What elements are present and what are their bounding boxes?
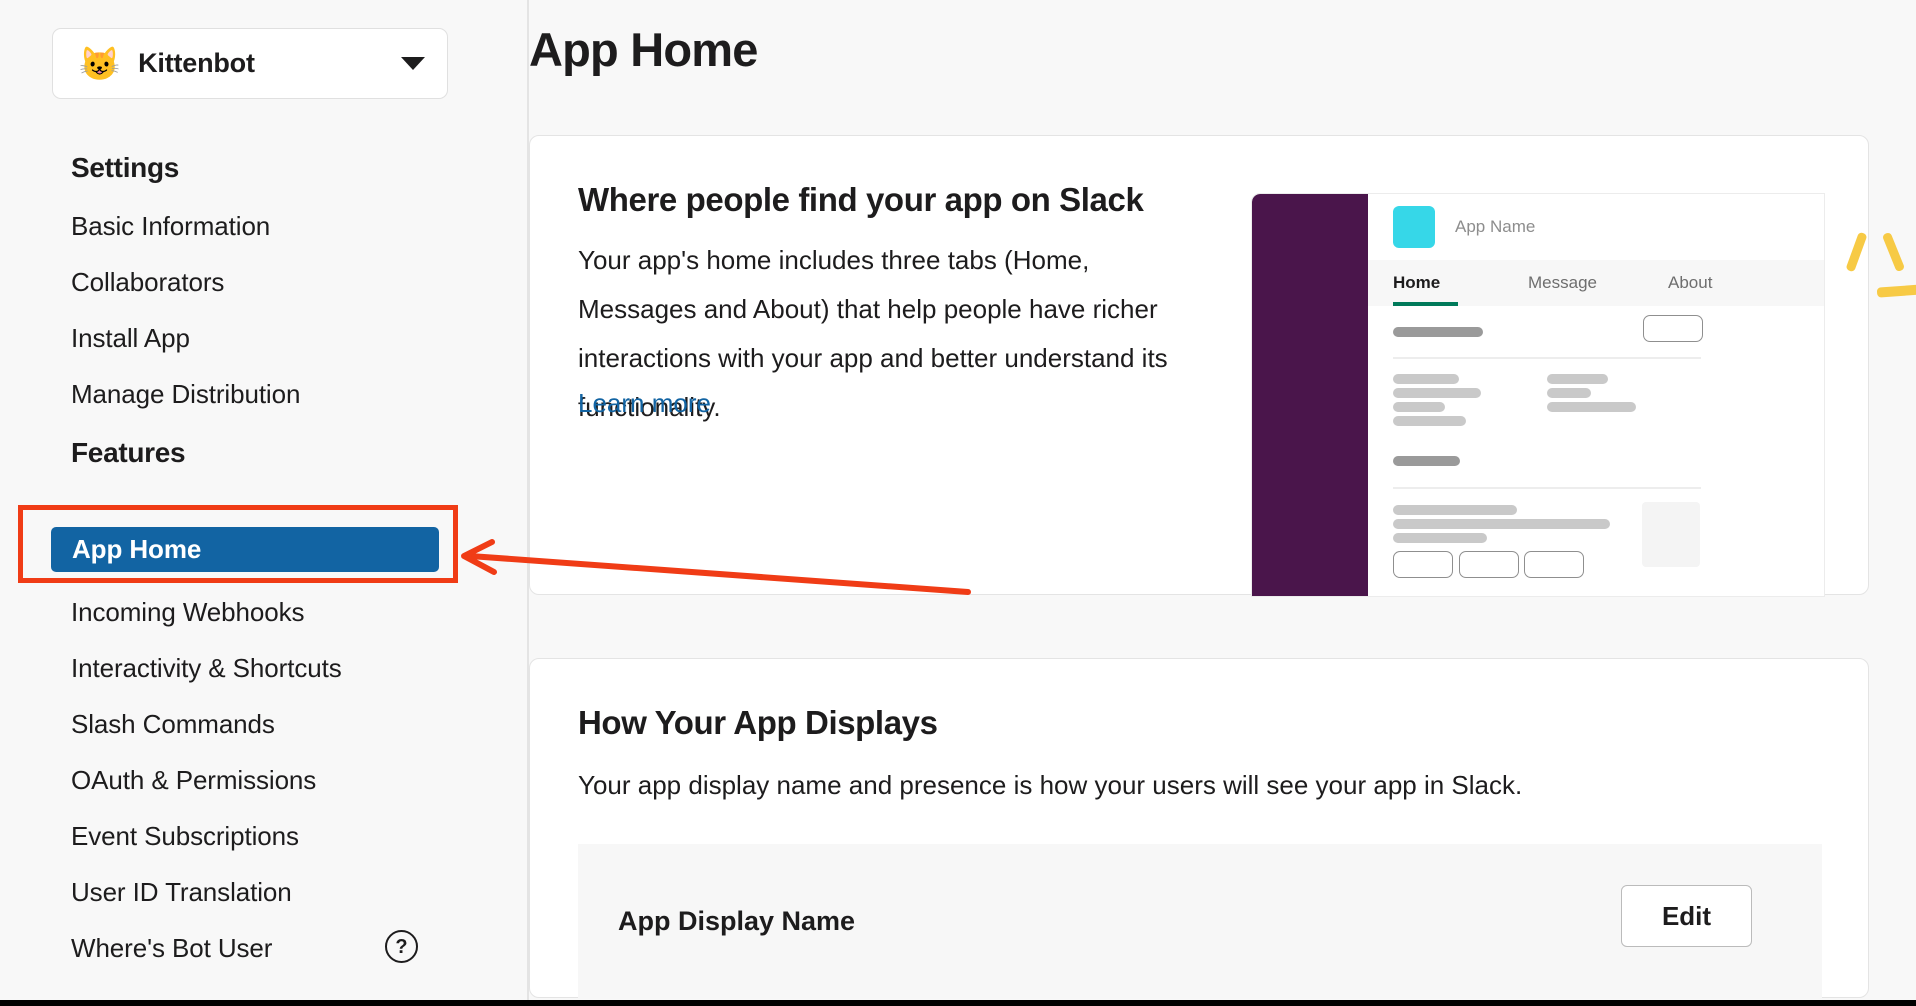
sidebar-item-collaborators[interactable]: Collaborators [71,267,224,298]
sidebar-item-user-id-translation[interactable]: User ID Translation [71,877,292,908]
help-question-icon[interactable]: ? [385,930,418,963]
sidebar-item-interactivity-shortcuts[interactable]: Interactivity & Shortcuts [71,653,342,684]
illustration-app-name: App Name [1455,217,1536,236]
card-how-your-app-displays: How Your App Displays Your app display n… [529,658,1869,999]
illustration-placeholder-bar [1547,388,1591,398]
card-where-people-find-app: Where people find your app on Slack Your… [529,135,1916,596]
illustration-workspace-rail [1252,194,1368,596]
illustration-placeholder-bar [1547,402,1636,412]
sparkle-mark-1 [1845,231,1868,273]
app-selector-label: Kittenbot [138,48,255,78]
illustration-placeholder-bar [1393,519,1610,529]
illustration-placeholder-image [1642,502,1700,567]
illustration-placeholder-bar [1393,374,1459,384]
page-title: App Home [529,23,758,76]
app-selector-dropdown[interactable]: 😺 Kittenbot [52,28,448,99]
sidebar-item-oauth-permissions[interactable]: OAuth & Permissions [71,765,316,796]
sidebar-item-manage-distribution[interactable]: Manage Distribution [71,379,300,410]
illustration-placeholder-bar [1393,505,1517,515]
learn-more-link[interactable]: Learn more [578,388,711,419]
illustration-placeholder-bar [1393,388,1481,398]
illustration-active-tab-underline [1393,302,1458,306]
illustration-app-header: App Name [1368,194,1824,260]
card-title-find: Where people find your app on Slack [578,181,1144,218]
illustration-divider [1393,487,1701,489]
card-body-display: Your app display name and presence is ho… [578,770,1523,800]
sidebar-item-event-subscriptions[interactable]: Event Subscriptions [71,821,299,852]
illustration-divider [1393,357,1701,359]
app-root: 😺 Kittenbot Settings Basic Information C… [0,0,1916,1006]
illustration-app-icon [1393,206,1435,248]
sidebar-item-slash-commands[interactable]: Slash Commands [71,709,275,740]
sidebar-item-app-home[interactable]: App Home [51,527,439,572]
illustration-placeholder-bar [1393,327,1483,337]
sidebar-item-incoming-webhooks[interactable]: Incoming Webhooks [71,597,305,628]
sidebar-heading-features: Features [71,437,186,468]
chevron-down-icon[interactable] [401,57,425,70]
illustration-tab-bar: Home Message About [1368,260,1824,306]
card-title-display: How Your App Displays [578,704,938,741]
main-content: App Home Where people find your app on S… [529,0,1916,1006]
illustration-window: App Name Home Message About [1252,194,1824,596]
bottom-bar [0,1000,1916,1006]
illustration-placeholder-button [1393,551,1453,578]
illustration-placeholder-bar [1547,374,1608,384]
illustration-tab-about[interactable]: About [1668,273,1712,293]
illustration-app-panel: App Name Home Message About [1368,194,1824,596]
sidebar-item-wheres-bot-user[interactable]: Where's Bot User [71,933,272,964]
illustration-placeholder-bar [1393,402,1445,412]
sidebar-item-basic-information[interactable]: Basic Information [71,211,270,242]
sidebar-heading-settings: Settings [71,152,180,183]
cat-emoji-icon: 😺 [79,45,121,82]
app-home-illustration: App Name Home Message About [1252,194,1916,596]
illustration-placeholder-bar [1393,416,1466,426]
illustration-tab-message[interactable]: Message [1528,273,1597,293]
illustration-placeholder-button [1643,315,1703,342]
sidebar: 😺 Kittenbot Settings Basic Information C… [0,0,529,1006]
illustration-tab-home[interactable]: Home [1393,273,1440,293]
app-display-name-row: App Display Name Edit [578,844,1822,999]
illustration-placeholder-button [1459,551,1519,578]
illustration-placeholder-button [1524,551,1584,578]
illustration-placeholder-bar [1393,456,1460,466]
sparkle-mark-3 [1876,284,1916,298]
edit-button[interactable]: Edit [1621,885,1752,947]
sparkle-mark-2 [1881,231,1906,273]
app-display-name-label: App Display Name [618,906,856,936]
sidebar-item-install-app[interactable]: Install App [71,323,190,354]
illustration-placeholder-bar [1393,533,1487,543]
